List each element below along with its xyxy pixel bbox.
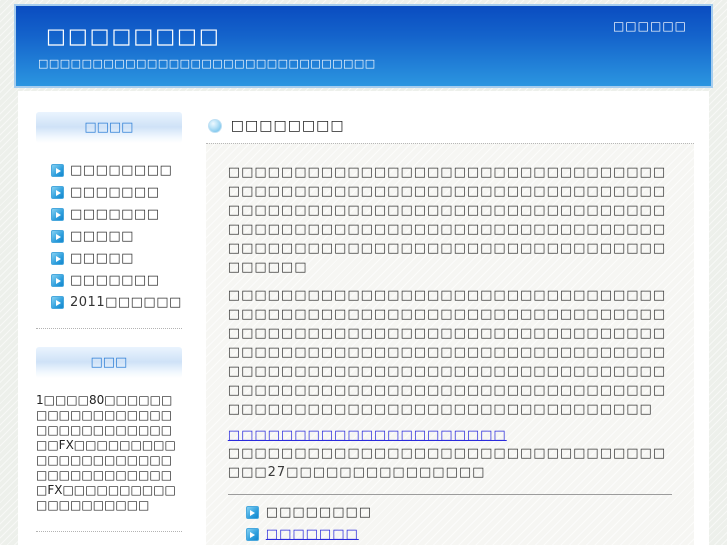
sidebar-menu-item[interactable]: □□□□□ — [51, 229, 182, 244]
list-item[interactable]: □□□□□□□ — [245, 527, 672, 542]
sidebar-menu-title: □□□□ — [36, 112, 182, 143]
sidebar-menu-item[interactable]: □□□□□□□□ — [51, 163, 182, 178]
page: □□□□□□ □□□□□□□□ □□□□□□□□□□□□□□□□□□□□□□□□… — [0, 0, 727, 545]
list-item-label-current: □□□□□□□□ — [265, 505, 373, 520]
globe-icon — [207, 119, 222, 133]
sidebar-menu-item-label: □□□□□□□ — [70, 273, 160, 288]
play-icon — [51, 186, 64, 199]
header-nav-link[interactable]: □□□□□□ — [613, 19, 687, 33]
sidebar-menu-item[interactable]: 2011□□□□□□ — [51, 295, 182, 310]
article-note: □□□□□□□□□□□□□□□□□□□□□□□□□□□□□□□□□□□□27□□… — [227, 446, 667, 480]
sidebar-menu-item-label: □□□□□ — [70, 251, 134, 266]
article-paragraph: □□□□□□□□□□□□□□□□□□□□□□□□□□□□□□□□□□□□□□□□… — [227, 288, 667, 417]
sidebar-menu-item-label: □□□□□□□□ — [70, 163, 173, 178]
content-area: □□□□ □□□□□□□□ □□□□□□□ □□□□□□□ □□□□□ □□□□… — [18, 91, 709, 545]
main-column: □□□□□□□□ □□□□□□□□□□□□□□□□□□□□□□□□□□□□□□□… — [205, 112, 694, 545]
play-icon — [51, 296, 64, 309]
list-item-link[interactable]: □□□□□□□ — [266, 527, 359, 542]
article-paragraph: □□□□□□□□□□□□□□□□□□□□□□□□□□□□□□□□□□□□□□□□… — [227, 165, 667, 275]
page-title: □□□□□□□□ — [230, 118, 345, 134]
sidebar-menu-item[interactable]: □□□□□□□ — [51, 273, 182, 288]
play-icon — [51, 208, 64, 221]
article-body: □□□□□□□□□□□□□□□□□□□□□□□□□□□□□□□□□□□□□□□□… — [205, 143, 694, 545]
play-icon — [51, 274, 64, 287]
sidebar-profile-text: 1□□□□80□□□□□□□□□□□□□□□□□□□□□□□□□□□□□□□□F… — [36, 393, 176, 512]
sidebar-menu-item[interactable]: □□□□□□□ — [51, 207, 182, 222]
sidebar-menu-item-label: □□□□□□□ — [70, 185, 160, 200]
play-icon — [51, 164, 64, 177]
sidebar-menu-item-label: □□□□□□□ — [70, 207, 160, 222]
play-icon — [51, 252, 64, 265]
article-divider — [227, 494, 672, 495]
sidebar-menu-item[interactable]: □□□□□ — [51, 251, 182, 266]
sidebar-menu: □□□□□□□□ □□□□□□□ □□□□□□□ □□□□□ □□□□□ □□□… — [51, 163, 182, 310]
article-inline-link[interactable]: □□□□□□□□□□□□□□□□□□□□□ — [228, 428, 507, 443]
site-title: □□□□□□□□ — [46, 24, 221, 48]
sidebar-menu-item[interactable]: □□□□□□□ — [51, 185, 182, 200]
site-subtitle: □□□□□□□□□□□□□□□□□□□□□□□□□□□□□□□ — [38, 57, 376, 70]
play-icon — [51, 230, 64, 243]
sidebar-divider — [36, 328, 182, 329]
play-icon — [245, 528, 259, 541]
sidebar-menu-item-label: □□□□□ — [70, 229, 134, 244]
site-header: □□□□□□ □□□□□□□□ □□□□□□□□□□□□□□□□□□□□□□□□… — [14, 4, 713, 88]
sidebar-profile-title: □□□ — [36, 347, 182, 378]
sidebar-divider — [36, 531, 182, 532]
list-item: □□□□□□□□ — [245, 505, 672, 520]
main-heading-row: □□□□□□□□ — [207, 118, 694, 134]
sidebar: □□□□ □□□□□□□□ □□□□□□□ □□□□□□□ □□□□□ □□□□… — [36, 112, 182, 545]
sidebar-menu-item-label: 2011□□□□□□ — [70, 295, 182, 310]
article-link-list: □□□□□□□□ □□□□□□□ □□□□□□□ □□□□□ □□□□□ □□□… — [245, 505, 672, 545]
play-icon — [245, 506, 259, 519]
